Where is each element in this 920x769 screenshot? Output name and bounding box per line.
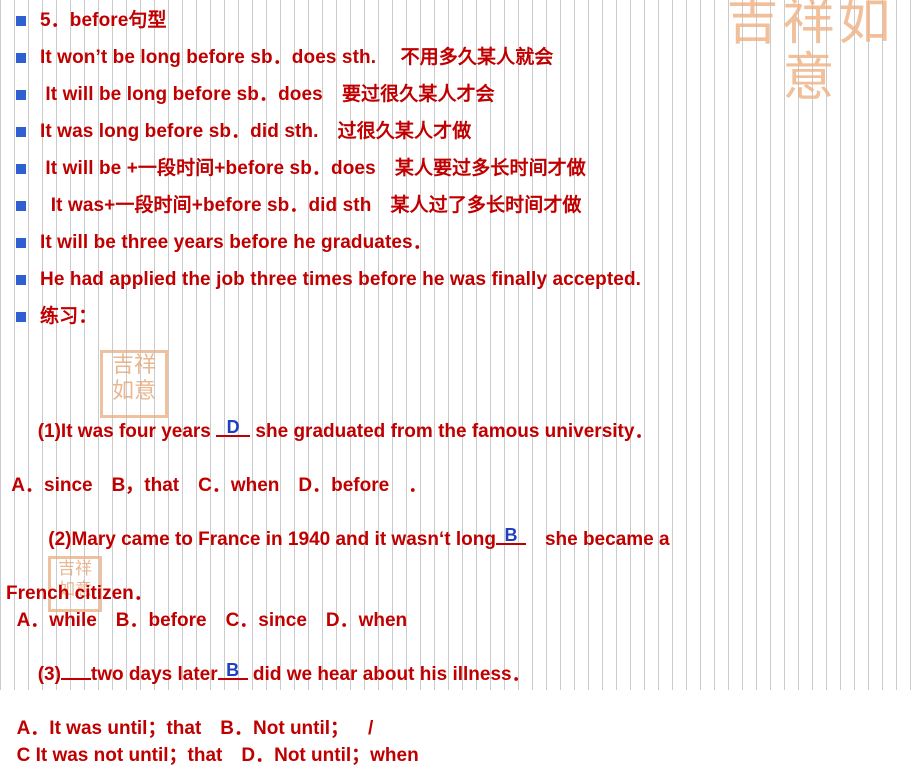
bullet-label: It was long before sb．did sth. 过很久某人才做 bbox=[40, 121, 472, 142]
question-2-stem-cont: French citizen． bbox=[6, 583, 153, 604]
question-3-options-line-1: A．It was until；that B．Not until； / bbox=[6, 718, 374, 739]
list-item: It will be long before sb．does 要过很久某人才会 bbox=[0, 80, 920, 115]
question-1-text-a: (1)It was four years bbox=[37, 421, 217, 442]
exercise-block: (1)It was four years D she graduated fro… bbox=[0, 391, 920, 769]
bullet-label: 练习： bbox=[40, 306, 98, 327]
question-3-blank-second: B bbox=[217, 660, 248, 680]
bullet-label: It will be long before sb．does 要过很久某人才会 bbox=[40, 84, 495, 105]
list-item: It won’t be long before sb．does sth. 不用多… bbox=[0, 43, 920, 78]
question-1-answer: D bbox=[226, 417, 240, 437]
question-2-text-b: she became a bbox=[525, 529, 670, 550]
question-1-text-b: she graduated from the famous university… bbox=[250, 421, 654, 442]
square-bullet-icon bbox=[16, 275, 26, 285]
slide-content: 5．before句型 It won’t be long before sb．do… bbox=[0, 0, 920, 769]
question-1-options: A．since B，that C．when D．before ． bbox=[6, 475, 428, 496]
question-3-text-b: two days later bbox=[90, 664, 218, 685]
question-3-text-c: did we hear about his illness． bbox=[247, 664, 531, 685]
square-bullet-icon bbox=[16, 312, 26, 322]
grammar-bullet-list: 5．before句型 It won’t be long before sb．do… bbox=[0, 0, 920, 337]
question-3-text-a: (3) bbox=[37, 664, 61, 685]
square-bullet-icon bbox=[16, 127, 26, 137]
question-3-blank-first bbox=[60, 678, 91, 680]
list-item: It will be three years before he graduat… bbox=[0, 228, 920, 263]
square-bullet-icon bbox=[16, 238, 26, 248]
question-2-answer: B bbox=[504, 525, 518, 545]
bullet-label: It will be three years before he graduat… bbox=[40, 232, 432, 253]
list-item: It will be +一段时间+before sb．does 某人要过多长时间… bbox=[0, 154, 920, 189]
square-bullet-icon bbox=[16, 90, 26, 100]
list-item: 练习： bbox=[0, 302, 920, 337]
bullet-label: He had applied the job three times befor… bbox=[40, 269, 642, 290]
question-3-options-line-2: C It was not until；that D．Not until；when bbox=[6, 745, 419, 766]
square-bullet-icon bbox=[16, 16, 26, 26]
bullet-label: It will be +一段时间+before sb．does 某人要过多长时间… bbox=[40, 158, 586, 179]
bullet-label: 5．before句型 bbox=[40, 10, 167, 31]
question-2-stem: (2)Mary came to France in 1940 and it wa… bbox=[6, 499, 914, 580]
list-item: He had applied the job three times befor… bbox=[0, 265, 920, 300]
question-3-answer: B bbox=[226, 660, 240, 680]
square-bullet-icon bbox=[16, 53, 26, 63]
question-3-stem: (3) two days later B did we hear about his… bbox=[6, 634, 914, 715]
list-item: It was+一段时间+before sb．did sth 某人过了多长时间才做 bbox=[0, 191, 920, 226]
bullet-label: It was+一段时间+before sb．did sth 某人过了多长时间才做 bbox=[40, 195, 582, 216]
question-1-blank: D bbox=[216, 417, 251, 437]
list-item: It was long before sb．did sth. 过很久某人才做 bbox=[0, 117, 920, 152]
bullet-label: It won’t be long before sb．does sth. 不用多… bbox=[40, 47, 554, 68]
question-2-options: A．while B．before C．since D．when bbox=[6, 610, 408, 631]
question-2-text-a: (2)Mary came to France in 1940 and it wa… bbox=[37, 529, 496, 550]
square-bullet-icon bbox=[16, 201, 26, 211]
list-item: 5．before句型 bbox=[0, 6, 920, 41]
question-1-stem: (1)It was four years D she graduated fro… bbox=[6, 391, 914, 472]
question-2-blank: B bbox=[495, 525, 526, 545]
square-bullet-icon bbox=[16, 164, 26, 174]
